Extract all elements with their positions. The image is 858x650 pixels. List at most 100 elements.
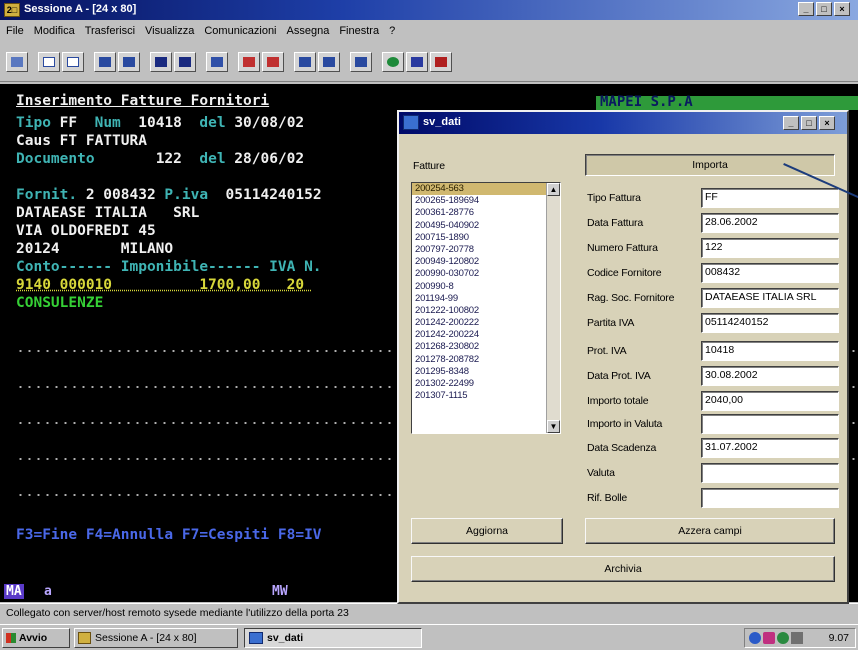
start-button[interactable]: Avvio (2, 628, 70, 648)
key-icon[interactable] (430, 52, 452, 72)
globe-icon[interactable] (777, 632, 789, 644)
window-controls: _ □ × (798, 2, 850, 16)
menu-assegna[interactable]: Assegna (287, 25, 330, 37)
list-item[interactable]: 201302-22499 (412, 378, 546, 390)
menu-finestra[interactable]: Finestra (339, 25, 379, 37)
piva-value: 05114240152 (226, 187, 322, 203)
doc-icon[interactable] (350, 52, 372, 72)
list-item[interactable]: 200990-8 (412, 281, 546, 293)
menu-comunicazioni[interactable]: Comunicazioni (204, 25, 276, 37)
screen-icon[interactable] (150, 52, 172, 72)
tipo-fattura-field[interactable]: FF (701, 188, 839, 208)
list-item[interactable]: 200265-189694 (412, 195, 546, 207)
screen-heading: Inserimento Fatture Fornitori (16, 92, 269, 110)
list-item[interactable]: 201307-1115 (412, 390, 546, 402)
data-fattura-field[interactable]: 28.06.2002 (701, 213, 839, 233)
data-prot-iva-field[interactable]: 30.08.2002 (701, 366, 839, 386)
chart-icon[interactable] (206, 52, 228, 72)
copy-icon[interactable] (38, 52, 60, 72)
rif-bolle-field[interactable] (701, 488, 839, 508)
scroll-down-icon[interactable]: ▼ (547, 420, 560, 433)
record-icon[interactable] (294, 52, 316, 72)
send-icon[interactable] (94, 52, 116, 72)
prot-iva-field[interactable]: 10418 (701, 341, 839, 361)
list-scrollbar[interactable]: ▲ ▼ (546, 183, 560, 433)
list-item[interactable]: 201295-8348 (412, 366, 546, 378)
entry-row-dots (16, 350, 396, 352)
taskbar-item-sv-dati[interactable]: sv_dati (244, 628, 422, 648)
macro2-icon[interactable] (262, 52, 284, 72)
data-scadenza-field[interactable]: 31.07.2002 (701, 438, 839, 458)
maximize-button[interactable]: □ (816, 2, 832, 16)
taskbar-item-sessione[interactable]: Sessione A - [24 x 80] (74, 628, 238, 648)
menu-help[interactable]: ? (389, 25, 395, 37)
session-app-icon (78, 632, 91, 644)
macro-icon[interactable] (238, 52, 260, 72)
list-item[interactable]: 201268-230802 (412, 341, 546, 353)
tray-app-icon[interactable] (763, 632, 775, 644)
list-item[interactable]: 200949-120802 (412, 256, 546, 268)
list-item[interactable]: 201222-100802 (412, 305, 546, 317)
valuta-field[interactable] (701, 463, 839, 483)
close-button[interactable]: × (834, 2, 850, 16)
azzera-campi-button[interactable]: Azzera campi (585, 518, 835, 544)
entry-row-dots (16, 386, 396, 388)
screen2-icon[interactable] (174, 52, 196, 72)
caus-line: Caus FT FATTURA (16, 132, 147, 150)
menu-file[interactable]: File (6, 25, 24, 37)
entry-row-dots (16, 494, 396, 496)
minimize-button[interactable]: _ (798, 2, 814, 16)
codice-fornitore-field[interactable]: 008432 (701, 263, 839, 283)
list-item[interactable]: 201194-99 (412, 293, 546, 305)
dialog-minimize-button[interactable]: _ (783, 116, 799, 130)
windows-logo-icon (6, 633, 16, 643)
address-line-1: DATAEASE ITALIA SRL (16, 204, 199, 222)
rag-soc-fornitore-field[interactable]: DATAEASE ITALIA SRL (701, 288, 839, 308)
numero-fattura-label: Numero Fattura (587, 242, 658, 254)
paste-icon[interactable] (62, 52, 84, 72)
list-item[interactable]: 200990-030702 (412, 268, 546, 280)
globe-icon[interactable] (382, 52, 404, 72)
menu-trasferisci[interactable]: Trasferisci (85, 25, 135, 37)
receive-icon[interactable] (118, 52, 140, 72)
dialog-close-button[interactable]: × (819, 116, 835, 130)
taskbar: Avvio Sessione A - [24 x 80] sv_dati 9.0… (0, 624, 858, 650)
dialog-maximize-button[interactable]: □ (801, 116, 817, 130)
prot-iva-label: Prot. IVA (587, 345, 626, 357)
rag-soc-fornitore-label: Rag. Soc. Fornitore (587, 292, 674, 304)
archivia-button[interactable]: Archivia (411, 556, 835, 582)
conto-description: CONSULENZE (16, 294, 103, 312)
num-value: 10418 (138, 115, 182, 131)
play-icon[interactable] (318, 52, 340, 72)
network-icon[interactable] (749, 632, 761, 644)
list-item[interactable]: 200797-20778 (412, 244, 546, 256)
list-item[interactable]: 201278-208782 (412, 354, 546, 366)
importa-button[interactable]: Importa (585, 154, 835, 176)
address-line-3: 20124 MILANO (16, 240, 173, 258)
list-item[interactable]: 201242-200222 (412, 317, 546, 329)
fatture-listbox[interactable]: 200254-563 200265-189694 200361-28776 20… (411, 182, 561, 434)
fornit-value: 2 008432 (86, 187, 156, 203)
list-item[interactable]: 200495-040902 (412, 220, 546, 232)
menu-visualizza[interactable]: Visualizza (145, 25, 194, 37)
importo-totale-field[interactable]: 2040,00 (701, 391, 839, 411)
importo-valuta-field[interactable] (701, 414, 839, 434)
list-item[interactable]: 201242-200224 (412, 329, 546, 341)
scroll-up-icon[interactable]: ▲ (547, 183, 560, 196)
list-item[interactable]: 200254-563 (412, 183, 546, 195)
numero-fattura-field[interactable]: 122 (701, 238, 839, 258)
connection-status-bar: Collegato con server/host remoto sysede … (0, 603, 858, 623)
print-icon[interactable] (6, 52, 28, 72)
app-icon: 2□ (4, 3, 20, 17)
tipo-value: FF (60, 115, 77, 131)
palette-icon[interactable] (406, 52, 428, 72)
partita-iva-field[interactable]: 05114240152 (701, 313, 839, 333)
conto-row: 9140 000010 1700,00 20 (16, 276, 313, 294)
list-item[interactable]: 200361-28776 (412, 207, 546, 219)
tipo-label: Tipo (16, 115, 51, 131)
aggiorna-button[interactable]: Aggiorna (411, 518, 563, 544)
volume-icon[interactable] (791, 632, 803, 644)
menu-modifica[interactable]: Modifica (34, 25, 75, 37)
start-label: Avvio (19, 632, 47, 644)
list-item[interactable]: 200715-1890 (412, 232, 546, 244)
